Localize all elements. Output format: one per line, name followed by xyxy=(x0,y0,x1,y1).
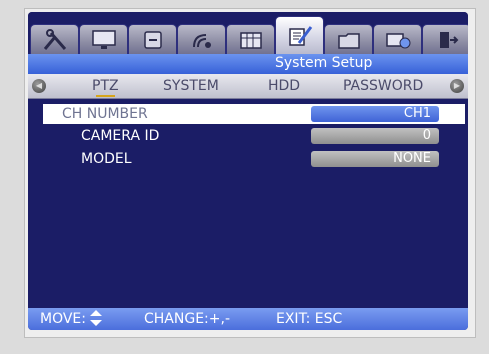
window-title-bar: System Setup xyxy=(28,54,468,74)
backup-folder-icon[interactable] xyxy=(324,24,373,55)
scroll-right-icon[interactable]: ▶ xyxy=(450,79,464,93)
change-hint: CHANGE:+,- xyxy=(144,311,230,327)
ch-number-value[interactable]: CH1 xyxy=(311,106,439,122)
system-settings-icon[interactable] xyxy=(275,16,324,55)
main-tab-bar xyxy=(28,12,468,56)
record-icon[interactable] xyxy=(128,24,177,55)
page-title: System Setup xyxy=(275,55,373,71)
subtab-ptz[interactable]: PTZ xyxy=(92,78,119,97)
subtab-password[interactable]: PASSWORD xyxy=(343,78,423,94)
subtab-hdd[interactable]: HDD xyxy=(268,78,300,94)
dvr-setup-screen: System Setup ◀ PTZ SYSTEM HDD PASSWORD ▶… xyxy=(28,12,468,330)
sub-tab-bar: ◀ PTZ SYSTEM HDD PASSWORD ▶ xyxy=(28,74,468,99)
model-label: MODEL xyxy=(81,151,132,167)
exit-hint: EXIT: ESC xyxy=(276,311,343,327)
camera-id-value[interactable]: 0 xyxy=(311,128,439,144)
subtab-system[interactable]: SYSTEM xyxy=(163,78,219,94)
up-down-arrow-icon xyxy=(90,310,102,330)
move-hint: MOVE: xyxy=(40,311,86,327)
exit-icon[interactable] xyxy=(422,24,468,55)
network-icon[interactable] xyxy=(373,24,422,55)
monitor-icon[interactable] xyxy=(79,24,128,55)
ch-number-label: CH NUMBER xyxy=(62,106,148,122)
model-value[interactable]: NONE xyxy=(311,151,439,167)
camera-id-label: CAMERA ID xyxy=(81,128,160,144)
schedule-icon[interactable] xyxy=(226,24,275,55)
scroll-left-icon[interactable]: ◀ xyxy=(32,79,46,93)
event-icon[interactable] xyxy=(177,24,226,55)
help-bar: MOVE: CHANGE:+,- EXIT: ESC xyxy=(28,308,468,330)
tools-icon[interactable] xyxy=(30,24,79,55)
